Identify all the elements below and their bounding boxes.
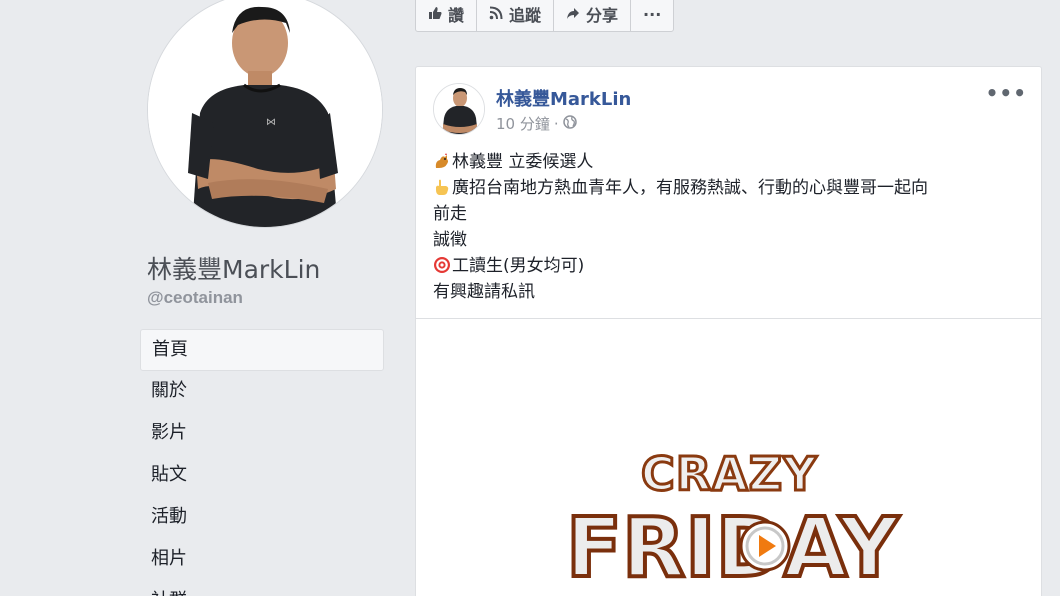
nav-item-videos[interactable]: 影片 xyxy=(140,413,384,455)
pointing-hand-icon xyxy=(436,179,449,195)
page-name: 林義豐MarkLin xyxy=(147,255,321,284)
nav-item-events[interactable]: 活動 xyxy=(140,497,384,539)
share-label: 分享 xyxy=(586,6,619,25)
more-options-button[interactable]: ··· xyxy=(630,0,675,32)
thumbs-up-icon xyxy=(428,5,442,24)
post-line-2: 廣招台南地方熱血青年人，有服務熱誠、行動的心與豐哥一起向 xyxy=(433,175,1028,201)
share-arrow-icon xyxy=(566,5,580,24)
follow-button[interactable]: 追蹤 xyxy=(476,0,555,32)
post-timestamp[interactable]: 10 分鐘 xyxy=(496,113,550,134)
post-text: 林義豐 立委候選人 廣招台南地方熱血青年人，有服務熱誠、行動的心與豐哥一起向 前… xyxy=(433,149,1028,305)
nav-item-photos[interactable]: 相片 xyxy=(140,539,384,581)
post-line-1-text: 林義豐 立委候選人 xyxy=(452,152,594,172)
post-line-1: 林義豐 立委候選人 xyxy=(433,149,1028,175)
nav-item-community[interactable]: 社群 xyxy=(140,581,384,596)
rooster-icon xyxy=(435,153,448,168)
post-line-6: 有興趣請私訊 xyxy=(433,282,535,302)
image-title-bottom: FRIDAY xyxy=(564,499,901,596)
author-thumbnail xyxy=(434,84,484,134)
more-label: ··· xyxy=(643,4,662,24)
image-title-top: CRAZY xyxy=(639,446,818,503)
profile-photo: ⋈ xyxy=(148,0,382,227)
post-author-avatar[interactable] xyxy=(433,83,485,135)
like-label: 讚 xyxy=(448,6,465,25)
share-button[interactable]: 分享 xyxy=(553,0,632,32)
post-line-5: 工讀生(男女均可) xyxy=(433,253,1028,279)
rss-icon xyxy=(489,5,503,24)
page-sidebar: ⋈ 林義豐MarkLin @ceotainan 首頁 關於 影片 貼文 活動 相… xyxy=(0,0,398,596)
post-meta: 10 分鐘 · xyxy=(496,113,577,134)
post-image[interactable]: CRAZY FRIDAY xyxy=(416,319,1041,596)
target-icon xyxy=(434,257,450,273)
svg-text:⋈: ⋈ xyxy=(266,117,276,128)
post-author-name[interactable]: 林義豐MarkLin xyxy=(496,85,631,111)
play-icon xyxy=(739,520,791,572)
meta-separator: · xyxy=(553,114,559,133)
post-options-button[interactable]: ••• xyxy=(986,81,1027,105)
post-line-2-text: 廣招台南地方熱血青年人，有服務熱誠、行動的心與豐哥一起向 xyxy=(452,178,928,198)
follow-label: 追蹤 xyxy=(509,6,542,25)
post-line-3: 前走 xyxy=(433,204,467,224)
nav-item-about[interactable]: 關於 xyxy=(140,371,384,413)
page-handle[interactable]: @ceotainan xyxy=(147,288,243,308)
like-button[interactable]: 讚 xyxy=(415,0,478,32)
post-line-5-text: 工讀生(男女均可) xyxy=(452,256,585,276)
post-card: 林義豐MarkLin 10 分鐘 · ••• 林義豐 立委候選人 廣招台南地方熱… xyxy=(415,66,1042,596)
nav-item-posts[interactable]: 貼文 xyxy=(140,455,384,497)
nav-item-home[interactable]: 首頁 xyxy=(140,329,384,371)
profile-avatar[interactable]: ⋈ xyxy=(147,0,383,228)
post-line-4: 誠徵 xyxy=(433,230,467,250)
page-nav: 首頁 關於 影片 貼文 活動 相片 社群 xyxy=(140,329,384,596)
page-action-toolbar: 讚 追蹤 分享 ··· xyxy=(415,0,675,32)
globe-icon[interactable] xyxy=(562,114,577,133)
